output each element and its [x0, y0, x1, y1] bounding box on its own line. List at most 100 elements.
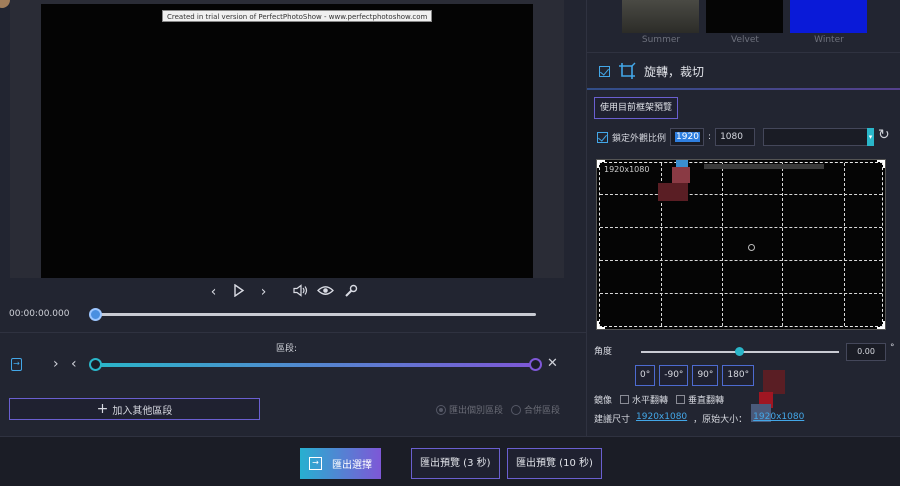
settings-panel: Summer Velvet Winter 旋轉，裁切 使用目前框架預覽 鎖定外觀… — [586, 0, 900, 436]
ratio-preset-select[interactable]: ▾ — [763, 128, 874, 146]
seek-bar[interactable] — [95, 313, 536, 316]
original-size-label: ，原始大小： — [693, 415, 748, 425]
radio-export-individual[interactable]: 匯出個別區段 — [436, 403, 503, 416]
export-label: 匯出選擇 — [332, 460, 372, 471]
size-info-row: 建議尺寸 1920x1080 ，原始大小： 1920x1080 — [594, 412, 804, 425]
app-window: Created in trial version of PerfectPhoto… — [0, 0, 900, 486]
rotate-crop-header: 旋轉，裁切 — [599, 62, 704, 80]
pixelated-artifact — [763, 370, 785, 394]
segment-start-handle[interactable] — [89, 358, 102, 371]
pixelated-artifact — [672, 167, 690, 183]
radio-merge[interactable]: 合併區段 — [511, 403, 560, 416]
next-frame-icon[interactable]: › — [255, 284, 272, 301]
angle-unit: ° — [890, 343, 895, 353]
play-icon[interactable] — [230, 283, 247, 301]
grid-line — [722, 163, 723, 326]
suggested-size-link[interactable]: 1920x1080 — [636, 412, 687, 425]
add-segment-button[interactable]: + 加入其他區段 — [9, 398, 260, 420]
grid-line — [600, 194, 882, 195]
crop-icon — [618, 62, 636, 80]
filter-winter[interactable]: Winter — [790, 0, 868, 45]
rotate-crop-title: 旋轉，裁切 — [644, 64, 705, 79]
radio-indicator — [436, 404, 446, 415]
flip-vertical-checkbox[interactable]: 垂直翻轉 — [676, 393, 724, 406]
ratio-separator: : — [708, 132, 712, 142]
eye-icon[interactable] — [317, 284, 334, 301]
segment-end-handle[interactable] — [529, 358, 542, 371]
rotate-180-button[interactable]: 180° — [722, 365, 755, 386]
filter-name: Velvet — [731, 35, 759, 45]
crop-preview: 1920x1080 — [596, 159, 886, 330]
mirror-label: 鏡像 — [594, 396, 613, 406]
prev-frame-icon[interactable]: ‹ — [205, 284, 222, 301]
crop-handle[interactable] — [877, 160, 885, 168]
segment-export-icon[interactable]: → — [11, 358, 22, 371]
export-preview-10s-button[interactable]: 匯出預覽 (10 秒) — [507, 448, 602, 479]
crop-handle[interactable] — [877, 321, 885, 329]
segment-next-icon[interactable]: › — [53, 356, 59, 372]
rotate-buttons: 0° -90° 90° 180° — [635, 365, 755, 386]
avatar — [0, 0, 10, 8]
angle-label: 角度 — [594, 347, 613, 357]
export-selection-button[interactable]: → 匯出選擇 — [300, 448, 381, 479]
rotate-crop-checkbox[interactable] — [599, 65, 610, 77]
width-input[interactable]: 1920 — [670, 128, 705, 146]
rotate-90-button[interactable]: 90° — [692, 365, 719, 386]
divider — [587, 88, 900, 90]
grid-line — [844, 163, 845, 326]
filter-swatch — [706, 0, 783, 33]
height-input[interactable]: 1080 — [715, 128, 756, 146]
filter-velvet[interactable]: Velvet — [706, 0, 784, 45]
timecode: 00:00:00.000 — [9, 309, 70, 319]
player-controls: ‹ › — [205, 283, 359, 301]
rotate-0-button[interactable]: 0° — [635, 365, 656, 386]
lock-ratio-checkbox[interactable] — [597, 131, 608, 143]
plus-icon: + — [96, 401, 109, 417]
pixelated-artifact — [658, 183, 688, 201]
checkbox-box — [676, 395, 686, 404]
use-current-frame-button[interactable]: 使用目前框架預覽 — [594, 97, 679, 119]
wrench-icon[interactable] — [342, 284, 359, 301]
grid-line — [782, 163, 783, 326]
lock-ratio-label: 鎖定外觀比例 — [612, 133, 667, 144]
export-icon: → — [309, 457, 322, 470]
filter-name: Winter — [814, 35, 844, 45]
filter-summer[interactable]: Summer — [622, 0, 700, 45]
angle-slider-handle[interactable] — [735, 347, 744, 356]
segment-prev-icon[interactable]: ‹ — [71, 356, 77, 372]
divider — [0, 332, 586, 333]
crop-dimensions: 1920x1080 — [604, 165, 650, 174]
filter-thumbnails: Summer Velvet Winter — [622, 0, 868, 45]
seek-handle[interactable] — [89, 308, 102, 321]
trial-watermark: Created in trial version of PerfectPhoto… — [162, 10, 433, 22]
filter-name: Summer — [641, 35, 681, 45]
crop-center-handle[interactable] — [748, 244, 755, 251]
aspect-ratio-row: 鎖定外觀比例 1920 : 1080 — [597, 128, 756, 146]
add-segment-label: 加入其他區段 — [112, 405, 173, 417]
flip-horizontal-checkbox[interactable]: 水平翻轉 — [620, 393, 668, 406]
reset-icon[interactable]: ↻ — [878, 127, 890, 143]
segment-label: 區段: — [276, 344, 298, 354]
segment-remove-icon[interactable]: ✕ — [547, 356, 558, 371]
bottom-toolbar: → 匯出選擇 匯出預覽 (3 秒) 匯出預覽 (10 秒) — [0, 436, 900, 486]
video-preview-area: Created in trial version of PerfectPhoto… — [10, 0, 564, 278]
crop-handle[interactable] — [597, 321, 605, 329]
export-preview-3s-button[interactable]: 匯出預覽 (3 秒) — [411, 448, 500, 479]
export-mode-radios: 匯出個別區段 合併區段 — [436, 403, 560, 416]
radio-label: 匯出個別區段 — [449, 406, 504, 416]
rotate-minus-90-button[interactable]: -90° — [659, 365, 689, 386]
original-size-link[interactable]: 1920x1080 — [753, 412, 804, 425]
divider — [587, 52, 900, 53]
width-value: 1920 — [675, 132, 700, 142]
preview-panel: Created in trial version of PerfectPhoto… — [0, 0, 586, 436]
crop-rectangle[interactable]: 1920x1080 — [597, 160, 885, 329]
radio-indicator — [511, 404, 522, 415]
segment-range-track[interactable] — [96, 363, 536, 367]
filter-swatch — [790, 0, 867, 33]
angle-input[interactable]: 0.00 — [846, 343, 886, 361]
checkbox-box — [620, 395, 630, 404]
flip-horizontal-label: 水平翻轉 — [632, 396, 669, 406]
mirror-row: 鏡像 水平翻轉 垂直翻轉 — [594, 393, 724, 406]
radio-label: 合併區段 — [524, 406, 561, 416]
volume-icon[interactable] — [292, 284, 309, 301]
